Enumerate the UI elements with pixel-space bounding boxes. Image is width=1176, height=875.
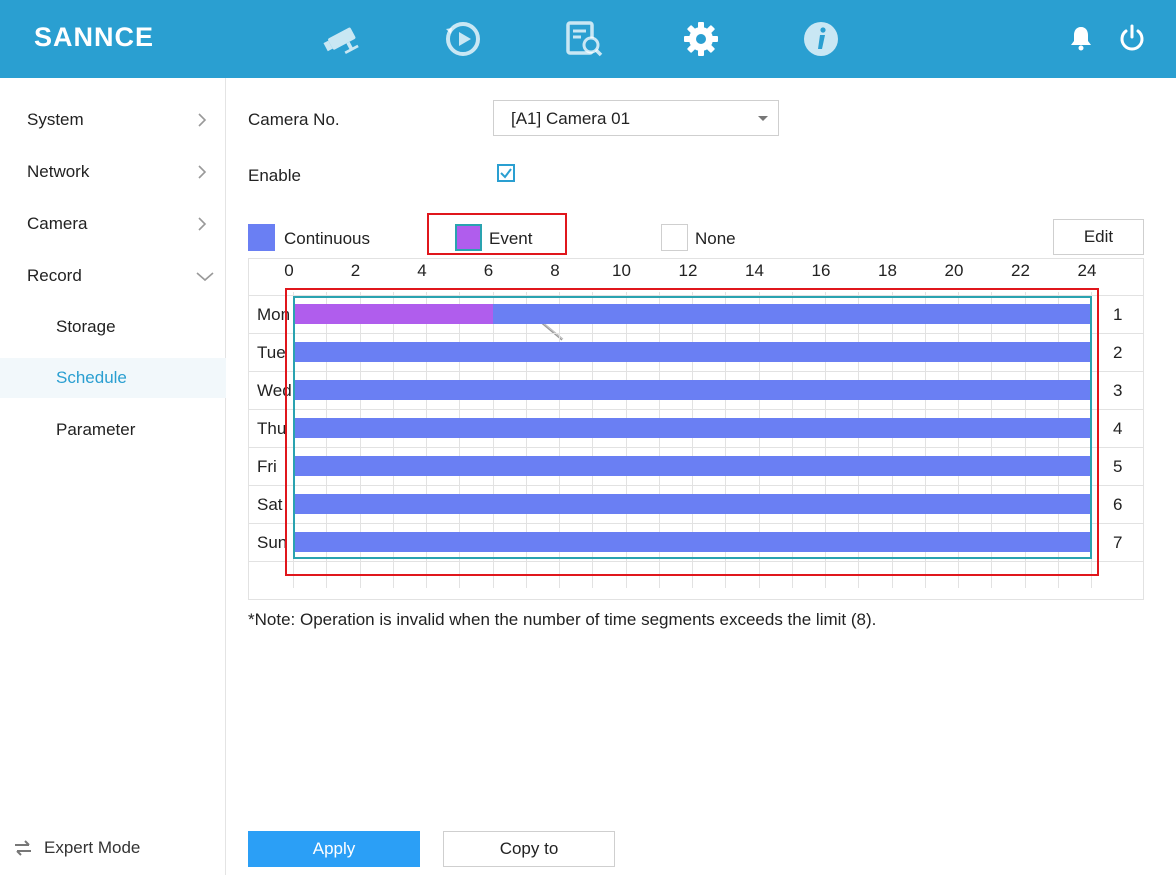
day-label: Sun [257, 533, 288, 552]
hour-label: 22 [1011, 261, 1030, 280]
limit-note: *Note: Operation is invalid when the num… [248, 610, 877, 629]
hour-label: 2 [350, 261, 361, 280]
sidebar-item-label: Storage [56, 317, 116, 336]
gear-icon[interactable] [680, 18, 722, 60]
none-label[interactable]: None [695, 229, 736, 249]
checkmark-icon [500, 168, 512, 179]
hour-label: 14 [745, 261, 764, 280]
bell-icon[interactable] [1066, 22, 1096, 54]
row-number: 2 [1113, 343, 1123, 362]
row-number: 6 [1113, 495, 1123, 514]
chevron-down-icon [196, 272, 214, 282]
sidebar-item-label: Parameter [56, 420, 136, 439]
grid-highlight-box [285, 288, 1099, 576]
event-label[interactable]: Event [489, 229, 532, 249]
expert-mode-toggle[interactable]: Expert Mode [14, 838, 140, 858]
hour-label: 0 [284, 261, 294, 280]
day-label: Thu [257, 419, 287, 438]
row-number: 1 [1113, 305, 1123, 324]
camera-icon[interactable] [322, 18, 364, 60]
chevron-right-icon [198, 165, 207, 179]
hour-label: 4 [417, 261, 427, 280]
main-content: Camera No. [A1] Camera 01 Enable Continu… [226, 78, 1176, 875]
apply-button[interactable]: Apply [248, 831, 420, 867]
swap-icon [15, 840, 31, 856]
chevron-right-icon [198, 113, 207, 127]
row-number: 5 [1113, 457, 1123, 476]
enable-checkbox[interactable] [497, 164, 515, 182]
hour-label: 10 [612, 261, 631, 280]
sidebar-item-storage[interactable]: Storage [0, 307, 226, 347]
hour-label: 8 [550, 261, 560, 280]
sidebar-item-label: System [27, 110, 84, 129]
hour-label: 6 [483, 261, 494, 280]
hour-label: 16 [811, 261, 831, 280]
sidebar-item-camera[interactable]: Camera [0, 204, 226, 244]
hour-label: 24 [1077, 261, 1097, 280]
top-bar: SANNCE [0, 0, 1176, 78]
sidebar-item-label: Record [27, 266, 82, 285]
expert-mode-label: Expert Mode [44, 838, 141, 857]
row-number: 3 [1113, 381, 1123, 400]
sidebar: System Network Camera Record Storage Sch… [0, 78, 226, 875]
copy-to-button[interactable]: Copy to [443, 831, 615, 867]
continuous-swatch[interactable] [248, 224, 275, 251]
sidebar-item-label: Network [27, 162, 90, 181]
search-file-icon[interactable] [563, 18, 605, 60]
continuous-label[interactable]: Continuous [284, 229, 370, 249]
sidebar-item-label: Schedule [56, 368, 127, 387]
sidebar-item-network[interactable]: Network [0, 152, 226, 192]
power-icon[interactable] [1117, 22, 1147, 54]
edit-button[interactable]: Edit [1053, 219, 1144, 255]
chevron-right-icon [198, 217, 207, 231]
hour-label: 12 [678, 261, 698, 280]
sidebar-item-schedule[interactable]: Schedule [0, 358, 226, 398]
logo: SANNCE [34, 22, 155, 52]
playback-icon[interactable] [442, 18, 484, 60]
day-label: Tue [257, 343, 286, 362]
sidebar-item-parameter[interactable]: Parameter [0, 410, 226, 450]
camera-no-label: Camera No. [248, 110, 340, 129]
sidebar-item-system[interactable]: System [0, 100, 226, 140]
event-swatch[interactable] [455, 224, 482, 251]
day-label: Fri [257, 457, 277, 476]
enable-label: Enable [248, 166, 301, 185]
day-label: Sat [257, 495, 283, 514]
sidebar-item-label: Camera [27, 214, 88, 233]
hour-label: 18 [878, 261, 897, 280]
none-swatch[interactable] [661, 224, 688, 251]
sidebar-item-record[interactable]: Record [0, 256, 226, 296]
camera-select[interactable]: [A1] Camera 01 [493, 100, 779, 136]
chevron-down-icon [758, 116, 768, 121]
hour-label: 20 [944, 261, 964, 280]
info-icon[interactable] [800, 18, 842, 60]
camera-select-value: [A1] Camera 01 [511, 109, 631, 128]
row-number: 4 [1113, 419, 1123, 438]
row-number: 7 [1113, 533, 1123, 552]
